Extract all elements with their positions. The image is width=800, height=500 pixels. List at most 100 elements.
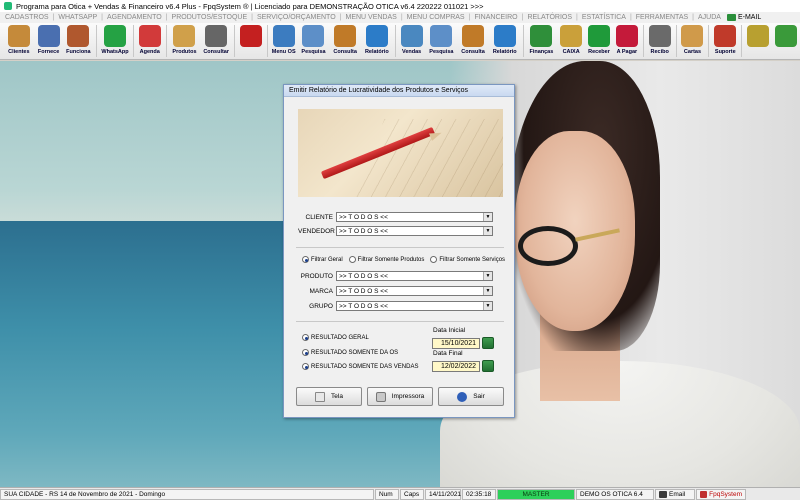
grupo-select[interactable]: >> T O D O S << ▼ <box>336 301 493 311</box>
toolbar-button-menu-os[interactable]: Menu OS <box>270 23 298 59</box>
filter-radio-group: Filtrar Geral Filtrar Somente Produtos F… <box>302 256 511 263</box>
status-city-date: SUA CIDADE - RS 14 de Novembro de 2021 -… <box>0 488 374 500</box>
vendedor-select[interactable]: >> T O D O S << ▼ <box>336 226 493 236</box>
toolbar-button-consultar[interactable]: Consultar <box>200 23 232 59</box>
toolbar-button-receber[interactable]: Receber <box>585 23 613 59</box>
toolbar-button-vendas[interactable]: Vendas <box>398 23 426 59</box>
calendar-icon[interactable] <box>482 360 494 372</box>
radio-filtrar-servicos[interactable]: Filtrar Somente Serviços <box>430 256 505 263</box>
toolbar-button-produtos[interactable]: Produtos <box>169 23 201 59</box>
result-os-row: RESULTADO SOMENTE DA OS <box>302 349 404 356</box>
toolbar-button-a-pagar[interactable]: A Pagar <box>613 23 641 59</box>
impressora-button[interactable]: Impressora <box>367 387 433 406</box>
toolbar-button-consulta[interactable]: Consulta <box>329 23 361 59</box>
cliente-row: CLIENTE >> T O D O S << ▼ <box>298 212 493 222</box>
toolbar-button-funciona[interactable]: Funciona <box>63 23 95 59</box>
folder-icon <box>334 25 357 47</box>
whatsapp-icon <box>104 25 127 47</box>
radio-filtrar-produtos[interactable]: Filtrar Somente Produtos <box>348 256 424 263</box>
toolbar-button-caixa[interactable]: CAIXA <box>557 23 585 59</box>
menu-email[interactable]: E-MAIL <box>724 14 764 21</box>
employee-icon <box>67 25 90 47</box>
toolbar-button-plus-tag[interactable] <box>237 23 265 59</box>
chevron-down-icon[interactable]: ▼ <box>483 213 492 221</box>
result-geral-row: RESULTADO GERAL <box>302 334 375 341</box>
exit-icon <box>457 391 468 402</box>
tela-button[interactable]: Tela <box>296 387 362 406</box>
radio-resultado-vendas[interactable]: RESULTADO SOMENTE DAS VENDAS <box>302 363 418 370</box>
supplier-icon <box>37 25 60 47</box>
menu-ferramentas[interactable]: FERRAMENTAS <box>633 14 691 21</box>
window-title-bar: Programa para Otica + Vendas & Financeir… <box>0 0 800 12</box>
toolbar-button-relat-rio[interactable]: Relatório <box>361 23 393 59</box>
menu-whatsapp[interactable]: WHATSAPP <box>55 14 100 21</box>
toolbar-separator <box>394 25 396 57</box>
toolbar-button-label: Suporte <box>714 49 736 55</box>
menu-agendamento[interactable]: AGENDAMENTO <box>104 14 165 21</box>
radio-resultado-geral[interactable]: RESULTADO GERAL <box>302 334 369 341</box>
toolbar-button-pesquisa[interactable]: Pesquisa <box>298 23 330 59</box>
search-doc-icon <box>430 25 453 47</box>
menu-servico-orcamento[interactable]: SERVIÇO/ORÇAMENTO <box>254 14 339 21</box>
users-icon <box>7 25 30 47</box>
radio-resultado-os[interactable]: RESULTADO SOMENTE DA OS <box>302 349 398 356</box>
toolbar-button-fornece[interactable]: Fornece <box>35 23 63 59</box>
toolbar-button-finan-as[interactable]: Finanças <box>526 23 558 59</box>
toolbar-button-recibo[interactable]: Recibo <box>646 23 674 59</box>
toolbar-button-label: A Pagar <box>616 49 638 55</box>
coin-icon <box>747 25 770 47</box>
finance-icon <box>530 25 553 47</box>
toolbar-separator <box>165 25 167 57</box>
main-toolbar: Clientes Fornece Funciona WhatsApp Agenda Pro… <box>0 23 800 60</box>
menu-ajuda[interactable]: AJUDA <box>695 14 724 21</box>
chevron-down-icon[interactable]: ▼ <box>483 302 492 310</box>
vendedor-row: VENDEDOR >> T O D O S << ▼ <box>298 226 493 236</box>
chevron-down-icon[interactable]: ▼ <box>483 227 492 235</box>
screen-icon <box>315 391 326 402</box>
data-inicial-input[interactable]: 15/10/2021 <box>432 338 480 349</box>
toolbar-separator <box>708 25 710 57</box>
toolbar-button-cartas[interactable]: Cartas <box>679 23 707 59</box>
calendar-icon[interactable] <box>482 337 494 349</box>
toolbar-button-exit[interactable] <box>772 23 800 59</box>
vendedor-label: VENDEDOR <box>298 227 335 235</box>
status-time: 02:35:18 <box>462 488 496 500</box>
toolbar-button-agenda[interactable]: Agenda <box>136 23 164 59</box>
menu-relatorios[interactable]: RELATÓRIOS <box>524 14 575 21</box>
menu-produtos-estoque[interactable]: PRODUTOS/ESTOQUE <box>169 14 251 21</box>
menu-vendas[interactable]: MENU VENDAS <box>342 14 399 21</box>
status-email[interactable]: Email <box>655 488 695 500</box>
toolbar-button-label: Funciona <box>66 49 91 55</box>
toolbar-button-consulta[interactable]: Consulta <box>457 23 489 59</box>
menu-estatistica[interactable]: ESTATÍSTICA <box>579 14 629 21</box>
toolbar-button-relat-rio[interactable]: Relatório <box>489 23 521 59</box>
data-final-input[interactable]: 12/02/2022 <box>432 361 480 372</box>
sair-button[interactable]: Sair <box>438 387 504 406</box>
toolbar-button-clientes[interactable]: Clientes <box>3 23 35 59</box>
toolbar-button-label: Relatório <box>492 49 517 55</box>
radio-filtrar-geral[interactable]: Filtrar Geral <box>302 256 343 263</box>
toolbar-separator <box>642 25 644 57</box>
menu-cadastros[interactable]: CADASTROS <box>2 14 52 21</box>
toolbar-button-whatsapp[interactable]: WhatsApp <box>99 23 131 59</box>
chevron-down-icon[interactable]: ▼ <box>483 272 492 280</box>
toolbar-button-coin[interactable] <box>744 23 772 59</box>
grupo-label: GRUPO <box>309 302 333 310</box>
toolbar-button-pesquisa[interactable]: Pesquisa <box>426 23 458 59</box>
toolbar-button-suporte[interactable]: Suporte <box>711 23 739 59</box>
status-brand[interactable]: FpqSystem <box>696 488 746 500</box>
cliente-select[interactable]: >> T O D O S << ▼ <box>336 212 493 222</box>
toolbar-separator <box>234 25 235 57</box>
chevron-down-icon[interactable]: ▼ <box>483 287 492 295</box>
menu-financeiro[interactable]: FINANCEIRO <box>471 14 520 21</box>
divider <box>296 247 504 248</box>
menu-compras[interactable]: MENU COMPRAS <box>404 14 468 21</box>
produto-select[interactable]: >> T O D O S << ▼ <box>336 271 493 281</box>
toolbar-separator <box>96 25 98 57</box>
status-bar: SUA CIDADE - RS 14 de Novembro de 2021 -… <box>0 487 800 500</box>
search-doc-icon <box>302 25 325 47</box>
toolbar-separator <box>522 25 524 57</box>
marca-select[interactable]: >> T O D O S << ▼ <box>336 286 493 296</box>
toolbar-button-label: Agenda <box>139 49 160 55</box>
toolbar-button-label: Pesquisa <box>301 49 326 55</box>
